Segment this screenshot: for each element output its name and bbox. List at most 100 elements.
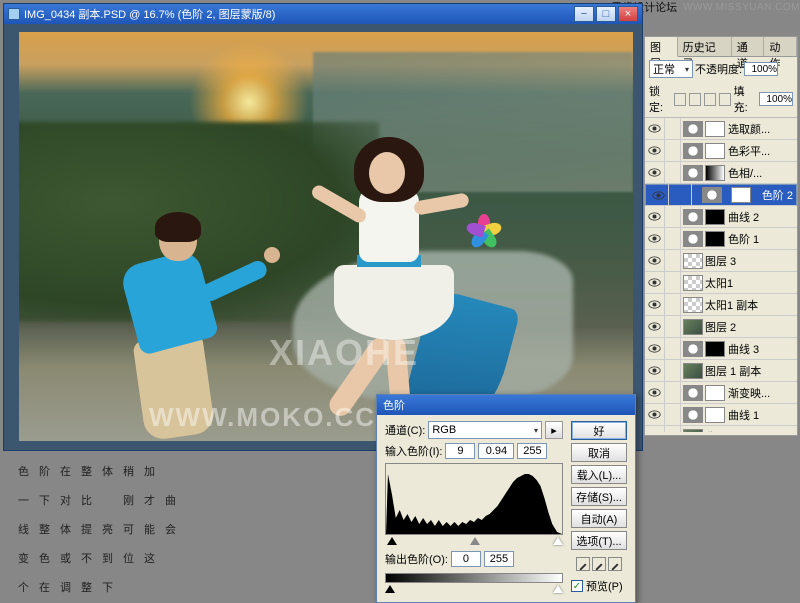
layer-row[interactable]: 色阶 1 <box>645 228 797 250</box>
visibility-toggle[interactable] <box>645 250 665 272</box>
visibility-toggle[interactable] <box>645 426 665 433</box>
link-cell[interactable] <box>665 228 681 250</box>
black-eyedropper[interactable] <box>576 557 590 571</box>
fill-input[interactable] <box>759 92 793 106</box>
link-cell[interactable] <box>665 206 681 228</box>
layer-thumb[interactable] <box>683 143 703 159</box>
layer-thumb[interactable] <box>683 209 703 225</box>
tab-1[interactable]: 历史记录 <box>678 37 732 56</box>
layer-name[interactable]: 曲线 3 <box>728 341 759 357</box>
layer-thumb[interactable] <box>683 429 703 433</box>
link-cell[interactable] <box>665 272 681 294</box>
tab-2[interactable]: 通道 <box>732 37 765 56</box>
minimize-button[interactable]: − <box>574 6 594 22</box>
document-titlebar[interactable]: IMG_0434 副本.PSD @ 16.7% (色阶 2, 图层蒙版/8) −… <box>4 4 642 24</box>
layer-thumb[interactable] <box>683 319 703 335</box>
visibility-toggle[interactable] <box>645 228 665 250</box>
link-cell[interactable] <box>665 404 681 426</box>
input-low[interactable]: 9 <box>445 443 475 459</box>
layer-name[interactable]: 图层 3 <box>705 253 736 269</box>
layer-thumb[interactable] <box>683 363 703 379</box>
cancel-button[interactable]: 取消 <box>571 443 627 462</box>
layer-row[interactable]: 图层 1 副本 <box>645 360 797 382</box>
auto-button[interactable]: 自动(A) <box>571 509 627 528</box>
maximize-button[interactable]: □ <box>596 6 616 22</box>
tab-0[interactable]: 图层 <box>645 37 678 57</box>
output-high[interactable]: 255 <box>484 551 514 567</box>
link-cell[interactable] <box>665 382 681 404</box>
visibility-toggle[interactable] <box>645 206 665 228</box>
link-cell[interactable] <box>665 140 681 162</box>
layer-row[interactable]: 选取颜... <box>645 118 797 140</box>
layer-name[interactable]: 色相/... <box>728 165 762 181</box>
layer-thumb[interactable] <box>683 231 703 247</box>
visibility-toggle[interactable] <box>645 272 665 294</box>
levels-dialog[interactable]: 色阶 通道(C): RGB▾ ▸ 输入色阶(I): 9 0.94 255 <box>376 394 636 603</box>
output-low[interactable]: 0 <box>451 551 481 567</box>
layer-row[interactable]: 渐变映... <box>645 382 797 404</box>
save-button[interactable]: 存储(S)... <box>571 487 627 506</box>
link-cell[interactable] <box>665 426 681 433</box>
gray-eyedropper[interactable] <box>592 557 606 571</box>
visibility-toggle[interactable] <box>645 140 665 162</box>
canvas[interactable]: XIAOHE WWW.MOKO.CC/XUNUO <box>19 32 633 441</box>
lock-position[interactable] <box>704 93 716 106</box>
visibility-toggle[interactable] <box>645 118 665 140</box>
visibility-toggle[interactable] <box>645 338 665 360</box>
lock-all[interactable] <box>719 93 731 106</box>
layer-name[interactable]: 选取颜... <box>728 121 770 137</box>
blend-mode-select[interactable]: 正常▾ <box>649 60 693 78</box>
link-cell[interactable] <box>676 184 692 206</box>
link-cell[interactable] <box>665 294 681 316</box>
layer-row[interactable]: 色相/... <box>645 162 797 184</box>
output-gradient[interactable] <box>385 573 563 583</box>
input-mid[interactable]: 0.94 <box>478 443 514 459</box>
layer-thumb[interactable] <box>683 297 703 313</box>
layer-name[interactable]: 图层 2 <box>705 319 736 335</box>
layer-thumb[interactable] <box>702 187 722 203</box>
visibility-toggle[interactable] <box>645 162 665 184</box>
link-cell[interactable] <box>665 338 681 360</box>
visibility-toggle[interactable] <box>649 184 669 206</box>
layer-name[interactable]: 色阶 1 <box>728 231 759 247</box>
ok-button[interactable]: 好 <box>571 421 627 440</box>
close-button[interactable]: × <box>618 6 638 22</box>
layer-name[interactable]: 色彩平... <box>728 143 770 159</box>
channel-select[interactable]: RGB▾ <box>428 421 542 439</box>
lock-transparency[interactable] <box>674 93 686 106</box>
layer-row[interactable]: 太阳1 <box>645 272 797 294</box>
layer-name[interactable]: 色阶 2 <box>762 187 793 203</box>
layer-row[interactable]: 太阳1 副本 <box>645 294 797 316</box>
load-button[interactable]: 载入(L)... <box>571 465 627 484</box>
layer-name[interactable]: 图层 1 副本 <box>705 363 761 379</box>
link-cell[interactable] <box>665 250 681 272</box>
layer-row[interactable]: 背景 <box>645 426 797 432</box>
layer-row[interactable]: 色彩平... <box>645 140 797 162</box>
preview-checkbox[interactable]: ✓ <box>571 580 583 592</box>
layer-name[interactable]: 渐变映... <box>728 385 770 401</box>
tab-3[interactable]: 动作 <box>764 37 797 56</box>
visibility-toggle[interactable] <box>645 294 665 316</box>
layer-name[interactable]: 太阳1 <box>705 275 733 291</box>
link-cell[interactable] <box>665 316 681 338</box>
layer-row[interactable]: 曲线 1 <box>645 404 797 426</box>
layer-thumb[interactable] <box>683 253 703 269</box>
input-slider[interactable] <box>385 537 563 545</box>
link-cell[interactable] <box>665 118 681 140</box>
layer-thumb[interactable] <box>683 165 703 181</box>
layer-thumb[interactable] <box>683 121 703 137</box>
layer-row[interactable]: 色阶 2 <box>645 184 797 206</box>
link-cell[interactable] <box>665 360 681 382</box>
layer-thumb[interactable] <box>683 275 703 291</box>
visibility-toggle[interactable] <box>645 360 665 382</box>
layer-row[interactable]: 图层 3 <box>645 250 797 272</box>
opacity-input[interactable] <box>744 62 778 76</box>
channel-menu-button[interactable]: ▸ <box>545 421 563 439</box>
output-slider[interactable] <box>385 585 563 593</box>
layer-row[interactable]: 曲线 2 <box>645 206 797 228</box>
lock-pixels[interactable] <box>689 93 701 106</box>
visibility-toggle[interactable] <box>645 382 665 404</box>
layer-row[interactable]: 图层 2 <box>645 316 797 338</box>
visibility-toggle[interactable] <box>645 316 665 338</box>
layer-thumb[interactable] <box>683 341 703 357</box>
